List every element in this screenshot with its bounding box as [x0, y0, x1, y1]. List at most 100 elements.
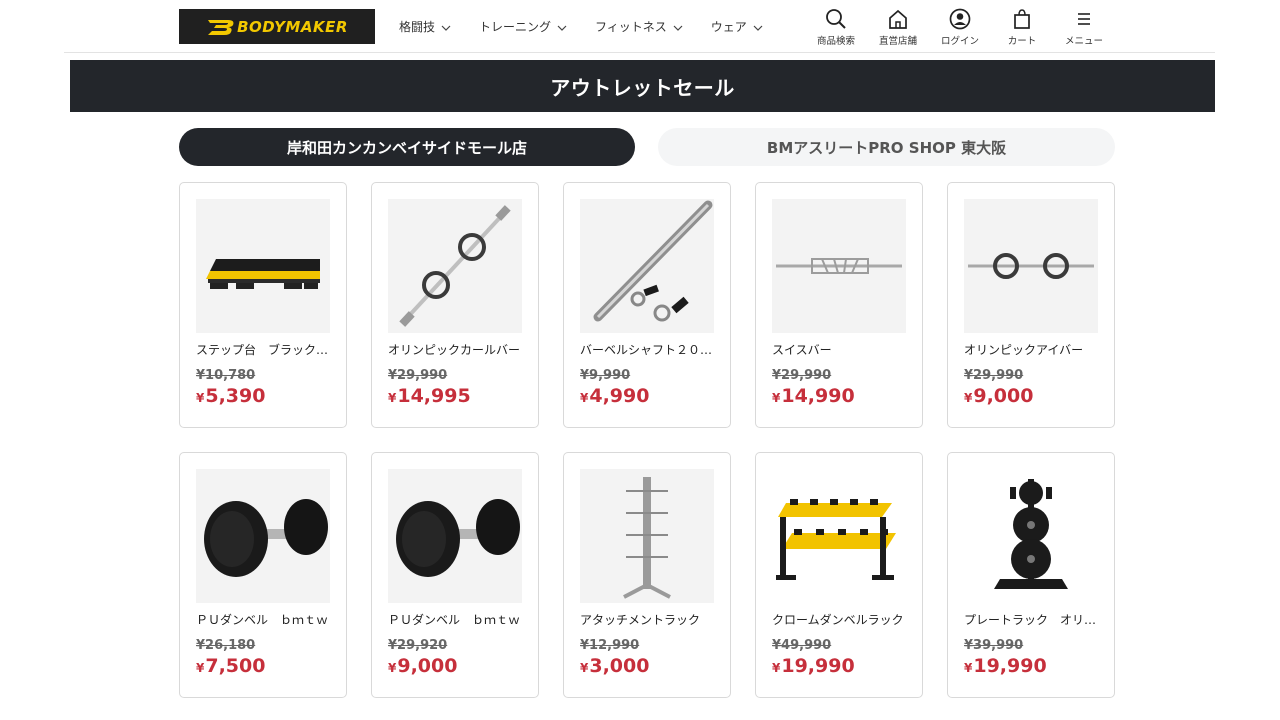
sale-price: ¥3,000 — [580, 655, 649, 677]
sale-price-value: 19,990 — [973, 655, 1047, 677]
product-card[interactable]: ＰＵダンベル ｂｍｔｗ ¥26,180 ¥7,500 — [179, 452, 347, 698]
product-image-barbell-shaft — [580, 199, 714, 333]
nav-item-martial-arts[interactable]: 格闘技 — [399, 18, 451, 35]
currency-symbol: ¥ — [196, 661, 205, 675]
product-search-button[interactable]: 商品検索 — [805, 8, 867, 47]
original-price: ¥12,990 — [580, 638, 640, 653]
bodymaker-logo[interactable]: BODYMAKER — [179, 9, 375, 44]
tab-higashiosaka-store[interactable]: BMアスリートPRO SHOP 東大阪 — [658, 128, 1115, 166]
nav-item-training[interactable]: トレーニング — [479, 18, 567, 35]
product-image-dumbbell — [196, 469, 330, 603]
logo-mark-icon — [206, 18, 236, 36]
product-card[interactable]: バーベルシャフト２０ｋｇ ¥9,990 ¥4,990 — [563, 182, 731, 428]
product-image-plate-rack — [964, 469, 1098, 603]
sale-price-value: 7,500 — [205, 655, 266, 677]
product-card[interactable]: プレートラック オリンピック ¥39,990 ¥19,990 — [947, 452, 1115, 698]
sale-price: ¥19,990 — [964, 655, 1047, 677]
nav-label: 格闘技 — [399, 20, 436, 34]
currency-symbol: ¥ — [196, 391, 205, 405]
sale-price-value: 19,990 — [781, 655, 855, 677]
sale-price: ¥4,990 — [580, 385, 649, 407]
product-name: オリンピックカールバー — [388, 343, 521, 357]
header-divider — [64, 52, 1215, 53]
sale-price: ¥7,500 — [196, 655, 265, 677]
search-icon — [825, 8, 847, 30]
product-card[interactable]: オリンピックカールバー ¥29,990 ¥14,995 — [371, 182, 539, 428]
icon-label: 直営店舗 — [878, 36, 917, 47]
product-name: ステップ台 ブラック×イエロー — [196, 343, 332, 357]
product-card[interactable]: アタッチメントラック ¥12,990 ¥3,000 — [563, 452, 731, 698]
sale-price-value: 3,000 — [589, 655, 650, 677]
sale-price-value: 14,990 — [781, 385, 855, 407]
product-image-dumbbell-rack — [772, 469, 906, 603]
nav-label: ウェア — [710, 20, 747, 34]
cart-icon — [1011, 8, 1033, 30]
product-card[interactable]: ＰＵダンベル ｂｍｔｗ ¥29,920 ¥9,000 — [371, 452, 539, 698]
menu-button[interactable]: メニュー — [1053, 8, 1115, 47]
nav-item-fitness[interactable]: フィットネス — [595, 18, 683, 35]
sale-price-value: 4,990 — [589, 385, 650, 407]
nav-label: トレーニング — [479, 20, 552, 34]
chevron-down-icon — [753, 20, 763, 34]
main-nav: 格闘技 トレーニング フィットネス ウェア — [399, 18, 791, 35]
product-name: オリンピックアイバー — [964, 343, 1084, 357]
product-card[interactable]: ステップ台 ブラック×イエロー ¥10,780 ¥5,390 — [179, 182, 347, 428]
menu-icon — [1073, 8, 1095, 30]
currency-symbol: ¥ — [580, 391, 589, 405]
logo-wordmark: BODYMAKER — [237, 17, 348, 36]
product-name: ＰＵダンベル ｂｍｔｗ — [196, 613, 329, 627]
sale-price: ¥14,990 — [772, 385, 855, 407]
header-icons: 商品検索 直営店舗 ログイン カート メニュー — [805, 8, 1115, 47]
currency-symbol: ¥ — [772, 391, 781, 405]
product-image-attachment-rack — [580, 469, 714, 603]
product-card[interactable]: スイスバー ¥29,990 ¥14,990 — [755, 182, 923, 428]
original-price: ¥26,180 — [196, 638, 256, 653]
page-title: アウトレットセール — [550, 75, 735, 100]
original-price: ¥39,990 — [964, 638, 1024, 653]
sale-price-value: 14,995 — [397, 385, 471, 407]
tab-label: BMアスリートPRO SHOP 東大阪 — [766, 138, 1007, 157]
login-button[interactable]: ログイン — [929, 8, 991, 47]
original-price: ¥49,990 — [772, 638, 832, 653]
original-price: ¥29,990 — [772, 368, 832, 383]
currency-symbol: ¥ — [772, 661, 781, 675]
sale-price-value: 9,000 — [397, 655, 458, 677]
page-banner: アウトレットセール — [70, 60, 1215, 112]
product-image-step-platform — [196, 199, 330, 333]
sale-price: ¥9,000 — [388, 655, 457, 677]
original-price: ¥29,990 — [964, 368, 1024, 383]
original-price: ¥9,990 — [580, 368, 631, 383]
sale-price-value: 5,390 — [205, 385, 266, 407]
original-price: ¥10,780 — [196, 368, 256, 383]
user-icon — [949, 8, 971, 30]
sale-price: ¥9,000 — [964, 385, 1033, 407]
currency-symbol: ¥ — [964, 661, 973, 675]
currency-symbol: ¥ — [580, 661, 589, 675]
product-image-dumbbell — [388, 469, 522, 603]
chevron-down-icon — [557, 20, 567, 34]
chevron-down-icon — [441, 20, 451, 34]
product-name: バーベルシャフト２０ｋｇ — [580, 343, 716, 357]
product-image-swiss-bar — [772, 199, 906, 333]
stores-button[interactable]: 直営店舗 — [867, 8, 929, 47]
tab-kishiwada-store[interactable]: 岸和田カンカンベイサイドモール店 — [179, 128, 635, 166]
product-image-eye-bar — [964, 199, 1098, 333]
product-card[interactable]: オリンピックアイバー ¥29,990 ¥9,000 — [947, 182, 1115, 428]
product-image-curl-bar — [388, 199, 522, 333]
product-name: プレートラック オリンピック — [964, 613, 1100, 627]
chevron-down-icon — [673, 20, 683, 34]
tab-label: 岸和田カンカンベイサイドモール店 — [286, 138, 527, 157]
nav-label: フィットネス — [595, 20, 667, 34]
product-card[interactable]: クロームダンベルラック ¥49,990 ¥19,990 — [755, 452, 923, 698]
icon-label: ログイン — [940, 36, 979, 47]
site-header: BODYMAKER 格闘技 トレーニング フィットネス ウェア 商品検索 直営店… — [0, 0, 1280, 54]
sale-price: ¥14,995 — [388, 385, 471, 407]
sale-price: ¥19,990 — [772, 655, 855, 677]
original-price: ¥29,920 — [388, 638, 448, 653]
logo-text: BODYMAKER — [206, 18, 348, 36]
icon-label: 商品検索 — [816, 36, 855, 47]
product-name: アタッチメントラック — [580, 613, 701, 627]
icon-label: カート — [1007, 36, 1037, 47]
cart-button[interactable]: カート — [991, 8, 1053, 47]
nav-item-wear[interactable]: ウェア — [711, 18, 763, 35]
